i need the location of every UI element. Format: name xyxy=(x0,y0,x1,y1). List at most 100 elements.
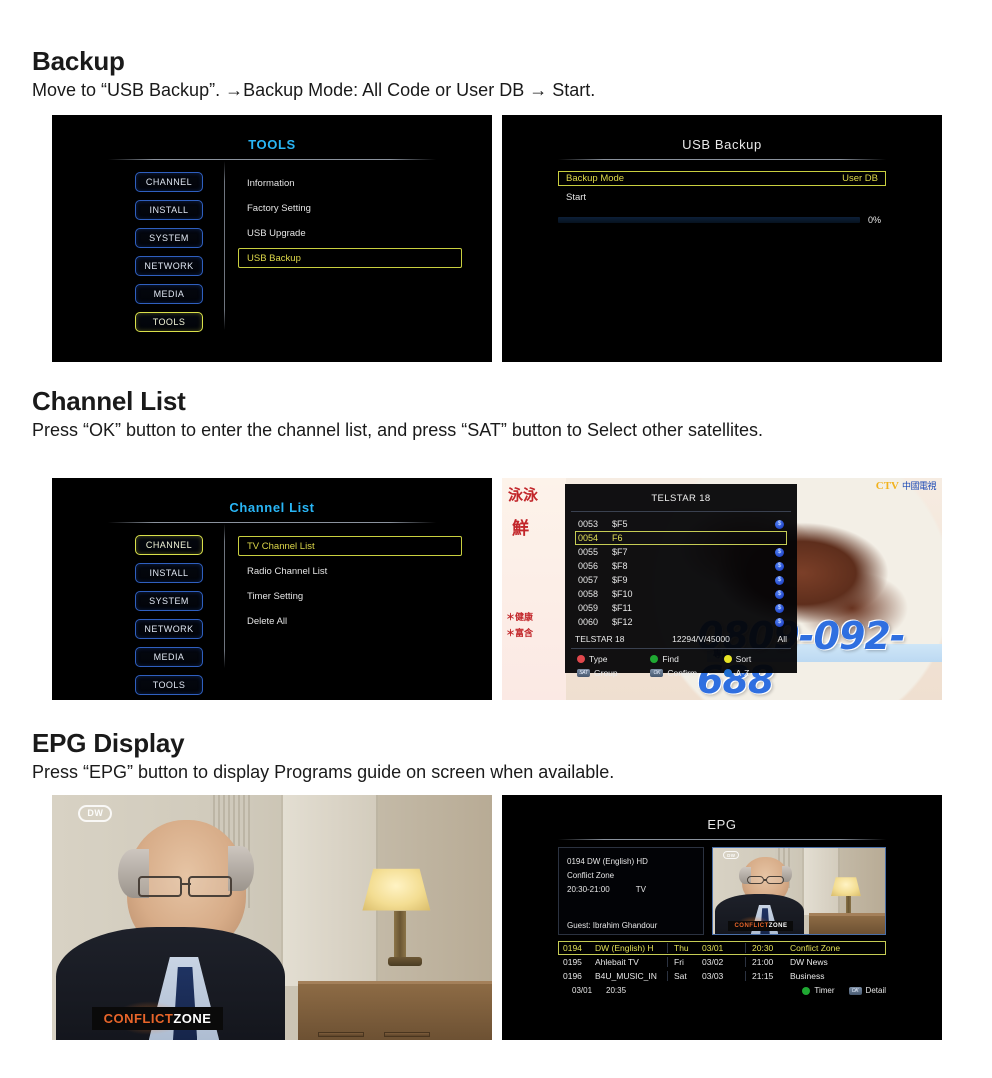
scrambled-icon: $ xyxy=(775,589,784,599)
sidebar-item-media[interactable]: MEDIA xyxy=(135,284,203,304)
ok-button-icon: OK xyxy=(650,669,664,677)
green-dot-icon xyxy=(650,655,659,663)
epg-time: 21:00 xyxy=(752,957,774,967)
eyeglass-left xyxy=(137,875,182,897)
channel-row[interactable]: 0054 F6 xyxy=(575,531,787,545)
sidebar-item-system[interactable]: SYSTEM xyxy=(135,591,203,611)
channel-name: F6 xyxy=(612,533,623,543)
channel-item-list: TV Channel List Radio Channel List Timer… xyxy=(238,536,462,636)
epg-time: 20:30 xyxy=(752,943,774,953)
food-left-graphics: 泳泳 鮮 ＊健康 ＊富含 xyxy=(502,478,566,700)
progress-percent-label: 0% xyxy=(868,215,882,225)
channel-row[interactable]: 0057 $F9 $ xyxy=(575,573,787,587)
key-sort[interactable]: Sort xyxy=(723,654,787,664)
sidebar-item-tools[interactable]: TOOLS xyxy=(135,312,203,332)
tools-menu-title: TOOLS xyxy=(248,137,296,152)
sidebar-item-system[interactable]: SYSTEM xyxy=(135,228,203,248)
key-group[interactable]: SAT Group xyxy=(577,668,640,678)
field-backup-mode-label: Backup Mode xyxy=(566,173,625,184)
key-confirm[interactable]: OK Confirm xyxy=(650,668,713,678)
channel-list-footer: TELSTAR 18 12294/V/45000 All xyxy=(565,629,797,648)
epg-date-cell: Fri 03/02 xyxy=(667,957,745,967)
section-desc-channel-list: Press “OK” button to enter the channel l… xyxy=(32,420,764,441)
epg-channel-cell: 0196 B4U_MUSIC_IN xyxy=(559,971,667,981)
divider-horizontal xyxy=(108,159,436,160)
channel-list-header: TELSTAR 18 xyxy=(651,493,711,504)
hint-timer[interactable]: Timer xyxy=(802,986,835,995)
divider-vertical xyxy=(224,524,225,668)
yellow-dot-icon xyxy=(723,655,732,663)
scrambled-icon: $ xyxy=(775,547,784,557)
ok-button-icon: OK xyxy=(848,986,862,995)
sidebar-item-network[interactable]: NETWORK xyxy=(135,256,203,276)
epg-program-name: DW News xyxy=(790,957,828,967)
program-banner-part1: CONFLICT xyxy=(103,1011,174,1027)
channel-row[interactable]: 0059 $F11 $ xyxy=(575,601,787,615)
key-a-z[interactable]: A-Z xyxy=(723,668,787,678)
lamp-shade xyxy=(362,868,431,911)
epg-row[interactable]: 0196 B4U_MUSIC_IN Sat 03/03 21:15 Busine… xyxy=(558,969,886,983)
menu-item-tv-channel-list[interactable]: TV Channel List xyxy=(238,536,462,556)
scrambled-icon: $ xyxy=(775,603,784,613)
channel-row[interactable]: 0058 $F10 $ xyxy=(575,587,787,601)
key-a-z-label: A-Z xyxy=(735,668,750,678)
epg-title: EPG xyxy=(707,817,737,832)
field-backup-mode-value: User DB xyxy=(842,173,878,184)
sidebar-item-install[interactable]: INSTALL xyxy=(135,200,203,220)
channel-list-overlay: TELSTAR 18 0053 $F5 $ 0054 F6 0055 $F7 $… xyxy=(565,484,797,678)
epg-day: Sat xyxy=(674,971,687,981)
key-group-label: Group xyxy=(594,668,618,678)
channel-row[interactable]: 0053 $F5 $ xyxy=(575,517,787,531)
epg-row[interactable]: 0195 Ahlebait TV Fri 03/02 21:00 DW News xyxy=(558,955,886,969)
menu-item-usb-backup[interactable]: USB Backup xyxy=(238,248,462,268)
epg-info-program: Conflict Zone xyxy=(567,871,615,880)
hint-detail[interactable]: OK Detail xyxy=(848,986,886,995)
sidebar-item-channel[interactable]: CHANNEL xyxy=(135,172,203,192)
eyeglass-bridge xyxy=(763,878,768,881)
tools-nav-list: CHANNEL INSTALL SYSTEM NETWORK MEDIA TOO… xyxy=(135,172,203,340)
key-confirm-label: Confirm xyxy=(667,668,698,678)
epg-program-cell: 21:15 Business xyxy=(745,971,885,981)
field-backup-mode[interactable]: Backup Mode User DB xyxy=(558,171,886,186)
menu-item-radio-channel-list[interactable]: Radio Channel List xyxy=(238,561,462,581)
program-banner-part2: ZONE xyxy=(173,1011,212,1027)
key-find[interactable]: Find xyxy=(650,654,713,664)
menu-item-delete-all[interactable]: Delete All xyxy=(238,611,462,631)
epg-program-cell: 20:30 Conflict Zone xyxy=(745,943,885,953)
sidebar-item-media[interactable]: MEDIA xyxy=(135,647,203,667)
epg-info-timerow: 20:30-21:00 TV xyxy=(567,883,695,897)
scrambled-icon: $ xyxy=(775,561,784,571)
key-type[interactable]: Type xyxy=(577,654,640,664)
epg-channel-name: DW (English) H xyxy=(595,943,654,953)
epg-info-channel: 0194 DW (English) HD xyxy=(567,857,648,866)
channel-nav-list: CHANNEL INSTALL SYSTEM NETWORK MEDIA TOO… xyxy=(135,535,203,700)
epg-time: 21:15 xyxy=(752,971,774,981)
field-start[interactable]: Start xyxy=(558,190,886,205)
lamp-foot xyxy=(387,956,422,966)
section-desc-backup: Move to “USB Backup”. →Backup Mode: All … xyxy=(32,80,596,101)
menu-item-usb-upgrade[interactable]: USB Upgrade xyxy=(238,223,462,243)
field-start-label: Start xyxy=(566,192,587,203)
sidebar-item-tools[interactable]: TOOLS xyxy=(135,675,203,695)
channel-row[interactable]: 0060 $F12 $ xyxy=(575,615,787,629)
progress-bar-track xyxy=(558,217,860,223)
channel-row[interactable]: 0056 $F8 $ xyxy=(575,559,787,573)
channel-list-screenshots: Channel List CHANNEL INSTALL SYSTEM NETW… xyxy=(52,478,942,700)
divider-vertical xyxy=(224,161,225,330)
channel-row[interactable]: 0055 $F7 $ xyxy=(575,545,787,559)
sidebar-item-network[interactable]: NETWORK xyxy=(135,619,203,639)
sidebar-item-install[interactable]: INSTALL xyxy=(135,563,203,583)
channel-name: $F11 xyxy=(612,603,632,613)
sidebar-item-channel[interactable]: CHANNEL xyxy=(135,535,203,555)
menu-item-information[interactable]: Information xyxy=(238,173,462,193)
epg-schedule-list: 0194 DW (English) H Thu 03/01 20:30 Conf… xyxy=(558,941,886,995)
menu-item-timer-setting[interactable]: Timer Setting xyxy=(238,586,462,606)
epg-row[interactable]: 0194 DW (English) H Thu 03/01 20:30 Conf… xyxy=(558,941,886,955)
usb-backup-form: Backup Mode User DB Start xyxy=(558,171,886,209)
epg-screenshots: DW CONFLICTZONE EPG 0194 DW (English) HD… xyxy=(52,795,942,1040)
epg-day: Thu xyxy=(674,943,689,953)
desk-drawer xyxy=(317,1031,365,1037)
menu-item-factory-setting[interactable]: Factory Setting xyxy=(238,198,462,218)
program-banner-part2: ZONE xyxy=(768,922,788,929)
